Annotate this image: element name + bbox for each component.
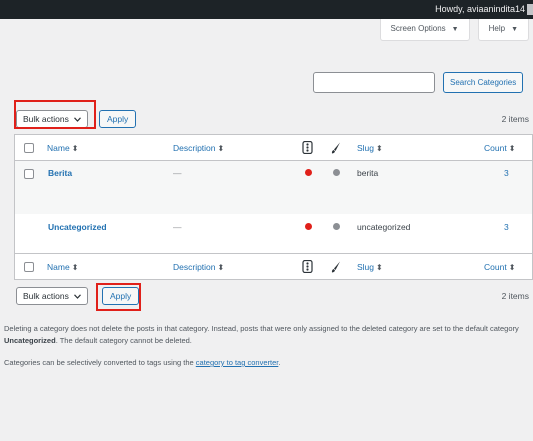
- bulk-actions-select[interactable]: Bulk actions: [16, 287, 89, 305]
- brush-icon: [331, 142, 341, 156]
- status-dot-red: [305, 223, 312, 230]
- category-to-tag-converter-link[interactable]: category to tag converter: [196, 358, 279, 367]
- table-header-row: Name ⬍ Description ⬍ Slug ⬍ Count ⬍: [15, 135, 532, 161]
- category-deletion-note: Deleting a category does not delete the …: [4, 323, 533, 347]
- category-count-link[interactable]: 3: [504, 168, 509, 178]
- column-description-label: Description: [173, 262, 216, 272]
- apply-button[interactable]: Apply: [99, 110, 137, 128]
- highlight-bulk-actions: [14, 100, 96, 129]
- sort-icon: ⬍: [71, 144, 79, 153]
- bottom-tablenav: Bulk actions Apply 2 items: [12, 283, 533, 307]
- search-categories-button[interactable]: Search Categories: [443, 72, 524, 93]
- sort-icon: ⬍: [217, 263, 225, 272]
- column-slug-header[interactable]: Slug ⬍: [357, 262, 383, 272]
- traffic-light-icon: [302, 140, 313, 156]
- screen-meta-links: Screen Options ▼ Help ▼: [379, 19, 529, 41]
- status-dot-gray: [333, 223, 340, 230]
- column-slug-header[interactable]: Slug ⬍: [357, 143, 383, 153]
- help-label: Help: [488, 24, 506, 33]
- sort-icon: ⬍: [376, 263, 383, 272]
- column-name-header[interactable]: Name ⬍: [47, 143, 78, 153]
- sort-icon: ⬍: [508, 263, 516, 272]
- column-count-label: Count: [484, 143, 507, 153]
- note-text: .: [278, 358, 281, 367]
- column-description-header[interactable]: Description ⬍: [173, 143, 224, 153]
- sort-icon: ⬍: [376, 144, 383, 153]
- column-count-label: Count: [484, 262, 507, 272]
- note-text: Deleting a category does not delete the …: [4, 324, 519, 333]
- status-dot-gray: [333, 169, 340, 176]
- status-dot-red: [305, 169, 312, 176]
- column-description-label: Description: [173, 143, 216, 153]
- caret-down-icon: ▼: [451, 26, 459, 33]
- table-row: Uncategorized — uncategorized 3: [15, 214, 532, 254]
- chevron-down-icon: [74, 291, 82, 301]
- category-count-link[interactable]: 3: [504, 222, 509, 232]
- column-name-label: Name: [47, 143, 70, 153]
- column-count-header[interactable]: Count ⬍: [484, 262, 515, 272]
- screen-options-button[interactable]: Screen Options ▼: [379, 19, 470, 41]
- highlight-apply: [96, 283, 141, 311]
- search-categories-input[interactable]: [313, 72, 435, 93]
- items-count: 2 items: [501, 291, 529, 301]
- howdy-greeting[interactable]: Howdy, aviaanindita14: [435, 4, 525, 14]
- note-text: . The default category cannot be deleted…: [55, 336, 192, 345]
- category-name-link[interactable]: Uncategorized: [48, 222, 107, 232]
- sort-icon: ⬍: [217, 144, 225, 153]
- converter-note: Categories can be selectively converted …: [4, 357, 533, 369]
- category-description: —: [173, 222, 182, 232]
- row-checkbox[interactable]: [24, 169, 34, 179]
- table-footer-row: Name ⬍ Description ⬍ Slug ⬍ Count ⬍: [15, 254, 532, 280]
- note-text: Categories can be selectively converted …: [4, 358, 196, 367]
- column-name-label: Name: [47, 262, 70, 272]
- column-name-header[interactable]: Name ⬍: [47, 262, 78, 272]
- table-row: Berita — berita 3: [15, 161, 532, 214]
- traffic-light-icon: [302, 259, 313, 275]
- category-slug: berita: [357, 168, 379, 178]
- select-all-checkbox[interactable]: [24, 262, 34, 272]
- items-count: 2 items: [501, 114, 529, 124]
- column-slug-label: Slug: [357, 143, 375, 153]
- bulk-actions-label: Bulk actions: [23, 291, 69, 301]
- select-all-checkbox[interactable]: [24, 143, 34, 153]
- user-avatar[interactable]: [527, 4, 533, 15]
- column-description-header[interactable]: Description ⬍: [173, 262, 224, 272]
- sort-icon: ⬍: [71, 263, 79, 272]
- categories-table: Name ⬍ Description ⬍ Slug ⬍ Count ⬍ Berita —…: [14, 134, 533, 280]
- sort-icon: ⬍: [508, 144, 516, 153]
- category-slug: uncategorized: [357, 222, 411, 232]
- column-slug-label: Slug: [357, 262, 375, 272]
- column-count-header[interactable]: Count ⬍: [484, 143, 515, 153]
- caret-down-icon: ▼: [511, 26, 518, 33]
- category-description: —: [173, 168, 182, 178]
- screen-options-label: Screen Options: [390, 24, 446, 33]
- help-button[interactable]: Help ▼: [477, 19, 529, 41]
- category-name-link[interactable]: Berita: [48, 168, 72, 178]
- default-category-name: Uncategorized: [4, 336, 56, 345]
- brush-icon: [331, 261, 341, 275]
- admin-bar: Howdy, aviaanindita14: [0, 0, 533, 19]
